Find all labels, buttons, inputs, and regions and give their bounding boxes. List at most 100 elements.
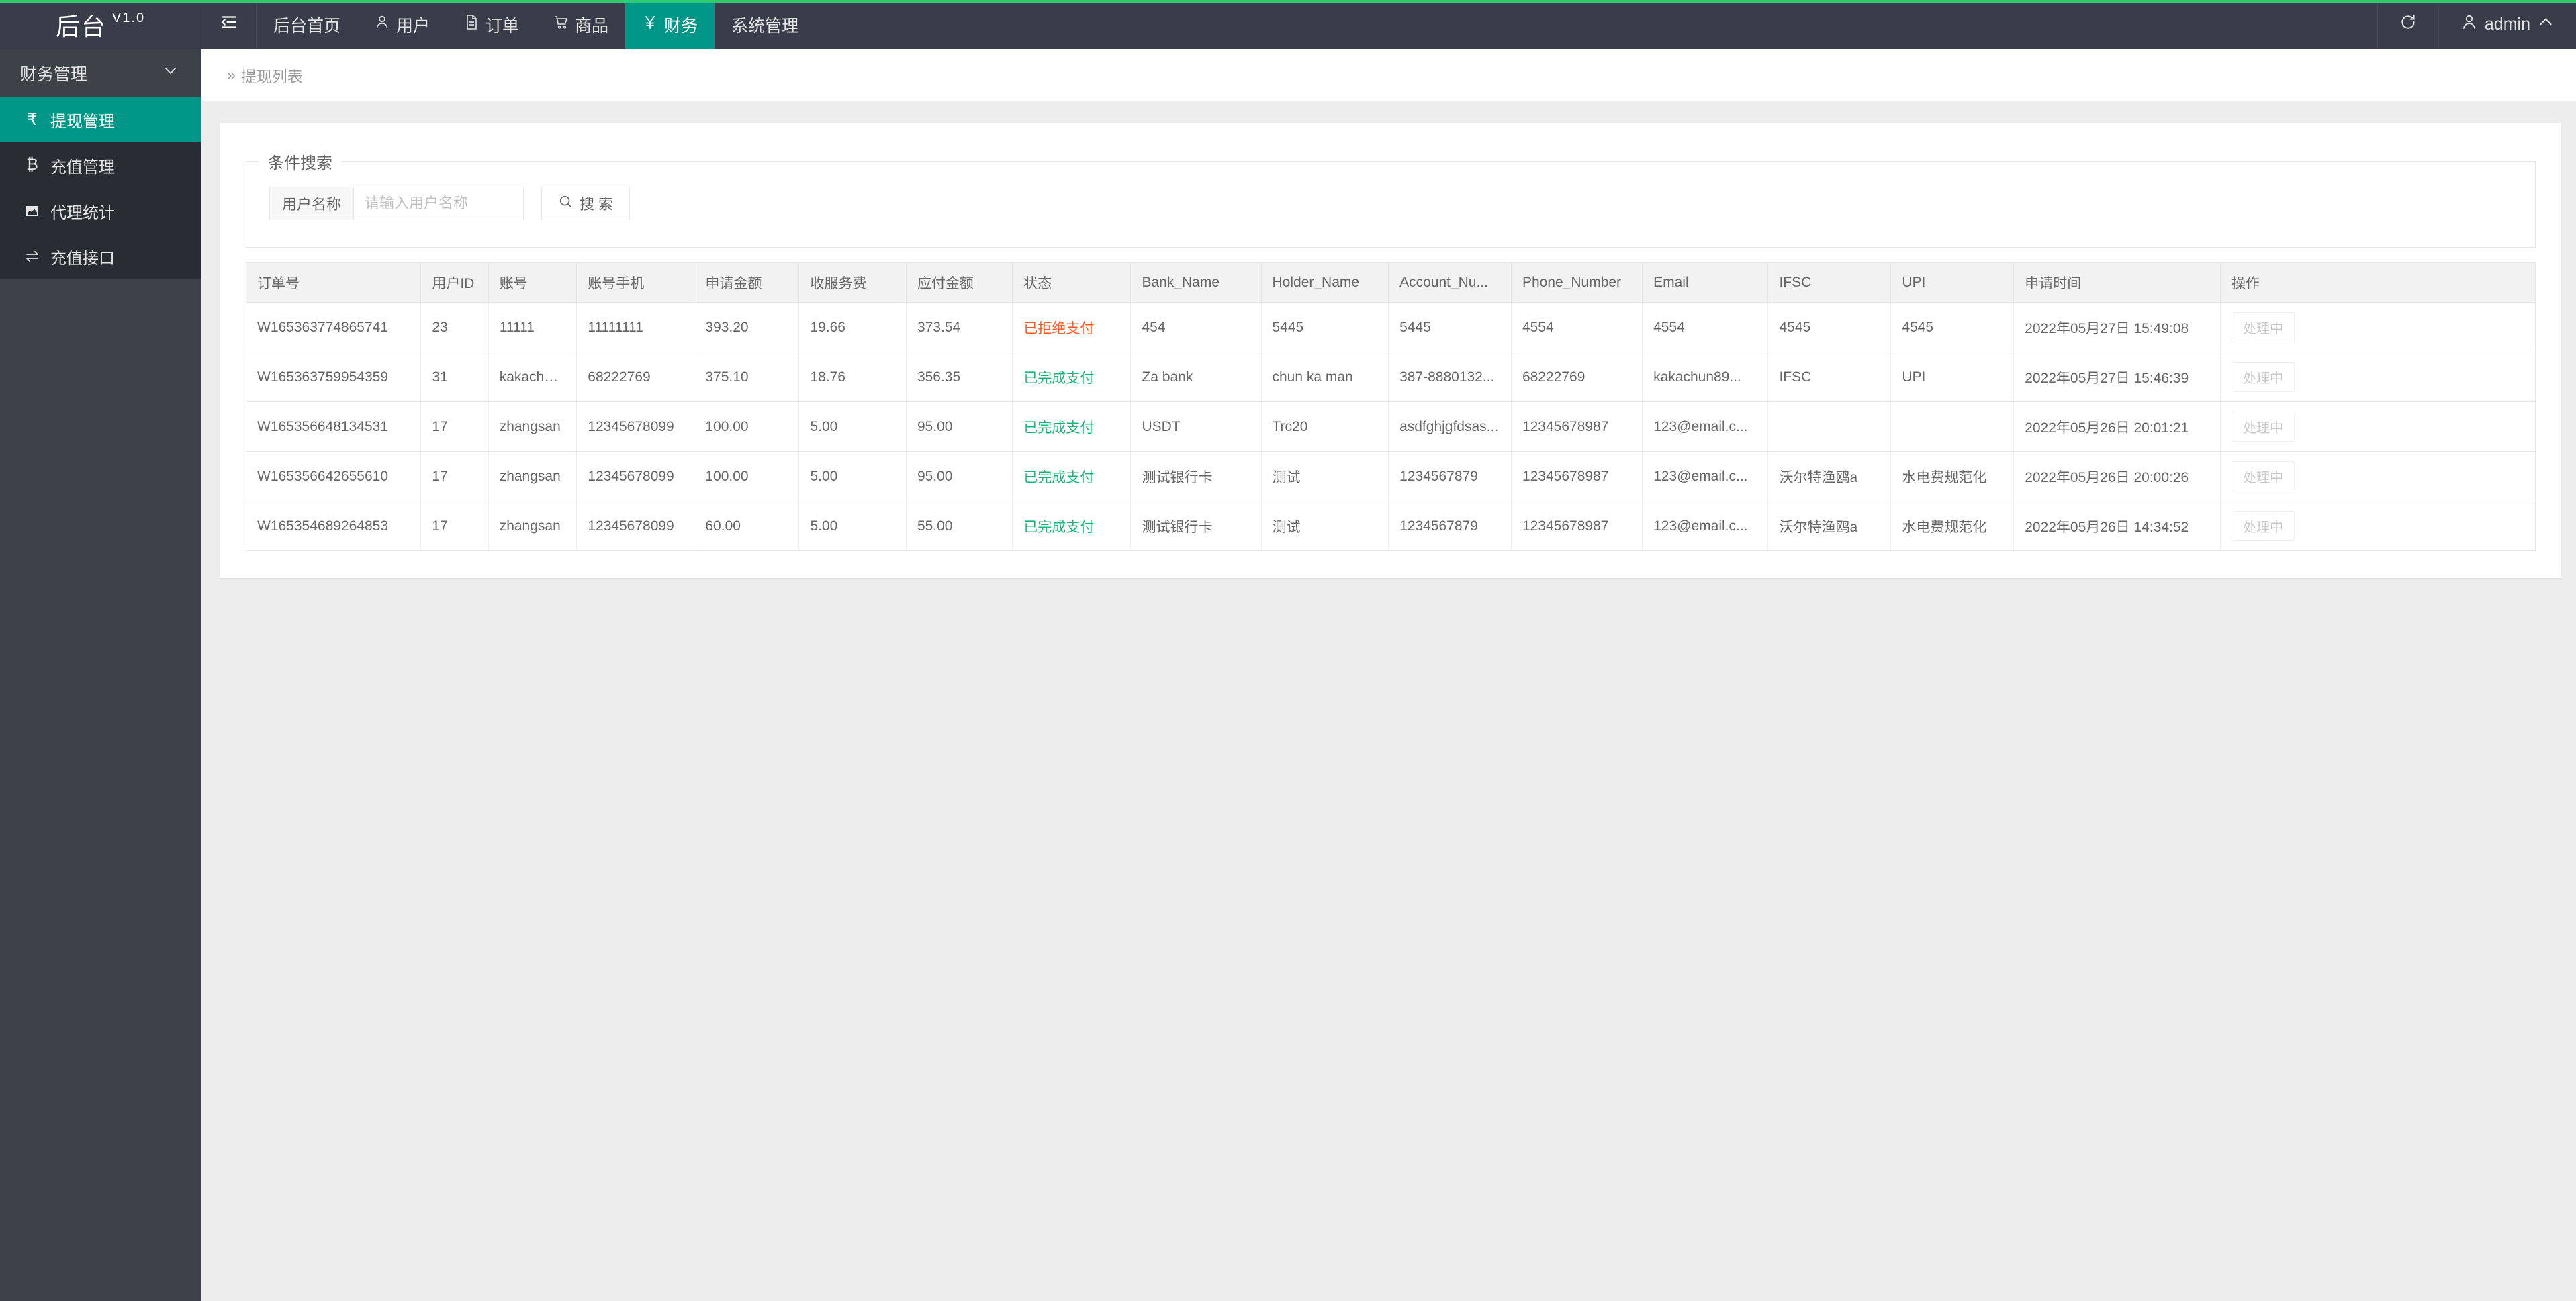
main-content: » 提现列表 条件搜索 用户名称 搜 索 xyxy=(201,49,2576,1301)
process-button[interactable]: 处理中 xyxy=(2231,461,2295,491)
process-button[interactable]: 处理中 xyxy=(2231,312,2295,342)
table-cell xyxy=(1890,401,2015,452)
table-cell: UPI xyxy=(1890,352,2015,402)
table-cell: 17 xyxy=(420,401,489,452)
exchange-icon xyxy=(24,248,41,264)
column-header-account: 账号 xyxy=(488,263,578,303)
table-cell: W165356642655610 xyxy=(246,451,422,501)
search-button-label: 搜 索 xyxy=(580,196,614,213)
topnav-item-products[interactable]: 商品 xyxy=(536,0,625,49)
breadcrumb: » 提现列表 xyxy=(201,49,2576,101)
table-cell: 17 xyxy=(420,501,489,551)
topnav-item-system[interactable]: 系统管理 xyxy=(715,0,815,49)
search-button[interactable]: 搜 索 xyxy=(541,187,631,220)
table-cell: chun ka man xyxy=(1261,352,1389,402)
table-cell: zhangsan xyxy=(488,501,578,551)
user-menu-button[interactable]: admin xyxy=(2438,0,2576,49)
sidebar-item-label: 充值接口 xyxy=(50,249,115,268)
status-badge: 已完成支付 xyxy=(1012,451,1132,501)
search-panel-legend: 条件搜索 xyxy=(268,154,332,173)
table-cell: 31 xyxy=(420,352,489,402)
search-panel-body: 用户名称 搜 索 xyxy=(246,173,2535,220)
breadcrumb-current-page: 提现列表 xyxy=(240,67,303,85)
table-cell: 水电费规范化 xyxy=(1890,501,2015,551)
status-badge: 已完成支付 xyxy=(1012,501,1132,551)
table-row: W165363759954359 31 kakachun89 68222769 375.… xyxy=(246,352,2535,402)
file-icon xyxy=(463,14,479,35)
topnav-label: 商品 xyxy=(575,16,609,36)
table-cell: 4545 xyxy=(1767,302,1892,352)
sidebar-item-agent-statistics[interactable]: 代理统计 xyxy=(0,188,201,234)
table-cell: 1234567879 xyxy=(1388,501,1512,551)
username-field-label: 用户名称 xyxy=(269,187,354,220)
search-panel: 条件搜索 用户名称 搜 索 xyxy=(246,150,2536,248)
table-cell: Za bank xyxy=(1130,352,1262,402)
search-input[interactable] xyxy=(353,187,524,220)
table-cell: 4554 xyxy=(1642,302,1769,352)
app-logo[interactable]: 后台 V1.0 xyxy=(0,0,201,49)
table-header: 订单号 用户ID 账号 账号手机 申请金额 收服务费 应付金额 状态 Bank_… xyxy=(246,263,2535,303)
table-row: W165356648134531 17 zhangsan 12345678099 100… xyxy=(246,401,2535,452)
column-header-email: Email xyxy=(1642,263,1769,303)
table-cell: 1234567879 xyxy=(1388,451,1512,501)
column-header-bank-name: Bank_Name xyxy=(1130,263,1262,303)
sidebar-item-recharge-interface[interactable]: 充值接口 xyxy=(0,234,201,279)
column-header-user-id: 用户ID xyxy=(420,263,489,303)
table-cell: 2022年05月27日 15:46:39 xyxy=(2013,352,2221,402)
table-cell: zhangsan xyxy=(488,451,578,501)
table-cell: 12345678099 xyxy=(576,501,695,551)
table-cell: 2022年05月27日 15:49:08 xyxy=(2013,302,2221,352)
search-icon xyxy=(558,194,573,213)
table-cell: 12345678987 xyxy=(1511,401,1643,452)
table-cell-operation: 处理中 xyxy=(2220,451,2535,501)
chart-icon xyxy=(24,203,41,219)
table-cell: 5.00 xyxy=(798,401,907,452)
table-cell: 123@email.c... xyxy=(1642,401,1769,452)
table-cell: IFSC xyxy=(1767,352,1892,402)
withdraw-table: 订单号 用户ID 账号 账号手机 申请金额 收服务费 应付金额 状态 Bank_… xyxy=(246,263,2535,551)
table-cell-operation: 处理中 xyxy=(2220,401,2535,452)
withdraw-table-wrapper: 订单号 用户ID 账号 账号手机 申请金额 收服务费 应付金额 状态 Bank_… xyxy=(246,262,2536,551)
topnav-item-users[interactable]: 用户 xyxy=(357,0,447,49)
user-icon xyxy=(2460,13,2478,36)
table-cell: 95.00 xyxy=(906,401,1013,452)
username-input-group: 用户名称 xyxy=(269,187,524,220)
table-cell: 2022年05月26日 14:34:52 xyxy=(2013,501,2221,551)
column-header-apply-time: 申请时间 xyxy=(2013,263,2221,303)
topnav-item-orders[interactable]: 订单 xyxy=(447,0,536,49)
table-cell: 2022年05月26日 20:01:21 xyxy=(2013,401,2221,452)
column-header-service-fee: 收服务费 xyxy=(798,263,907,303)
sidebar-toggle-button[interactable] xyxy=(201,0,257,49)
table-cell: 100.00 xyxy=(694,451,800,501)
topnav-item-finance[interactable]: 财务 xyxy=(625,0,715,49)
bitcoin-icon: ₿ xyxy=(26,156,38,174)
topnav-item-dashboard[interactable]: 后台首页 xyxy=(257,0,357,49)
sidebar-group-finance[interactable]: 财务管理 xyxy=(0,49,201,97)
table-row: W165356642655610 17 zhangsan 12345678099 100… xyxy=(246,451,2535,501)
column-header-phone-number: Phone_Number xyxy=(1511,263,1643,303)
process-button[interactable]: 处理中 xyxy=(2231,511,2295,541)
column-header-ifsc: IFSC xyxy=(1767,263,1892,303)
table-cell: 11111 xyxy=(488,302,578,352)
table-cell: 4545 xyxy=(1890,302,2015,352)
process-button[interactable]: 处理中 xyxy=(2231,362,2295,392)
column-header-account-number: Account_Nu... xyxy=(1388,263,1512,303)
topnav-label: 订单 xyxy=(486,16,520,36)
column-header-payable: 应付金额 xyxy=(906,263,1013,303)
refresh-button[interactable] xyxy=(2377,0,2438,49)
status-badge: 已拒绝支付 xyxy=(1012,302,1132,352)
column-header-holder-name: Holder_Name xyxy=(1261,263,1389,303)
table-cell: 23 xyxy=(420,302,489,352)
table-cell: 68222769 xyxy=(576,352,695,402)
sidebar-item-withdraw-management[interactable]: ₹ 提现管理 xyxy=(0,97,201,142)
header-right-group: admin xyxy=(2377,0,2576,49)
top-navigation: 后台首页 用户 订单 商品 财务 系统管理 xyxy=(257,0,815,49)
sidebar-item-recharge-management[interactable]: ₿ 充值管理 xyxy=(0,142,201,188)
table-cell: kakachun89... xyxy=(1642,352,1769,402)
table-cell: 12345678987 xyxy=(1511,451,1643,501)
table-cell: 12345678099 xyxy=(576,401,695,452)
column-header-upi: UPI xyxy=(1890,263,2015,303)
topnav-label: 后台首页 xyxy=(273,16,341,36)
cart-icon xyxy=(553,14,569,35)
process-button[interactable]: 处理中 xyxy=(2231,412,2295,442)
